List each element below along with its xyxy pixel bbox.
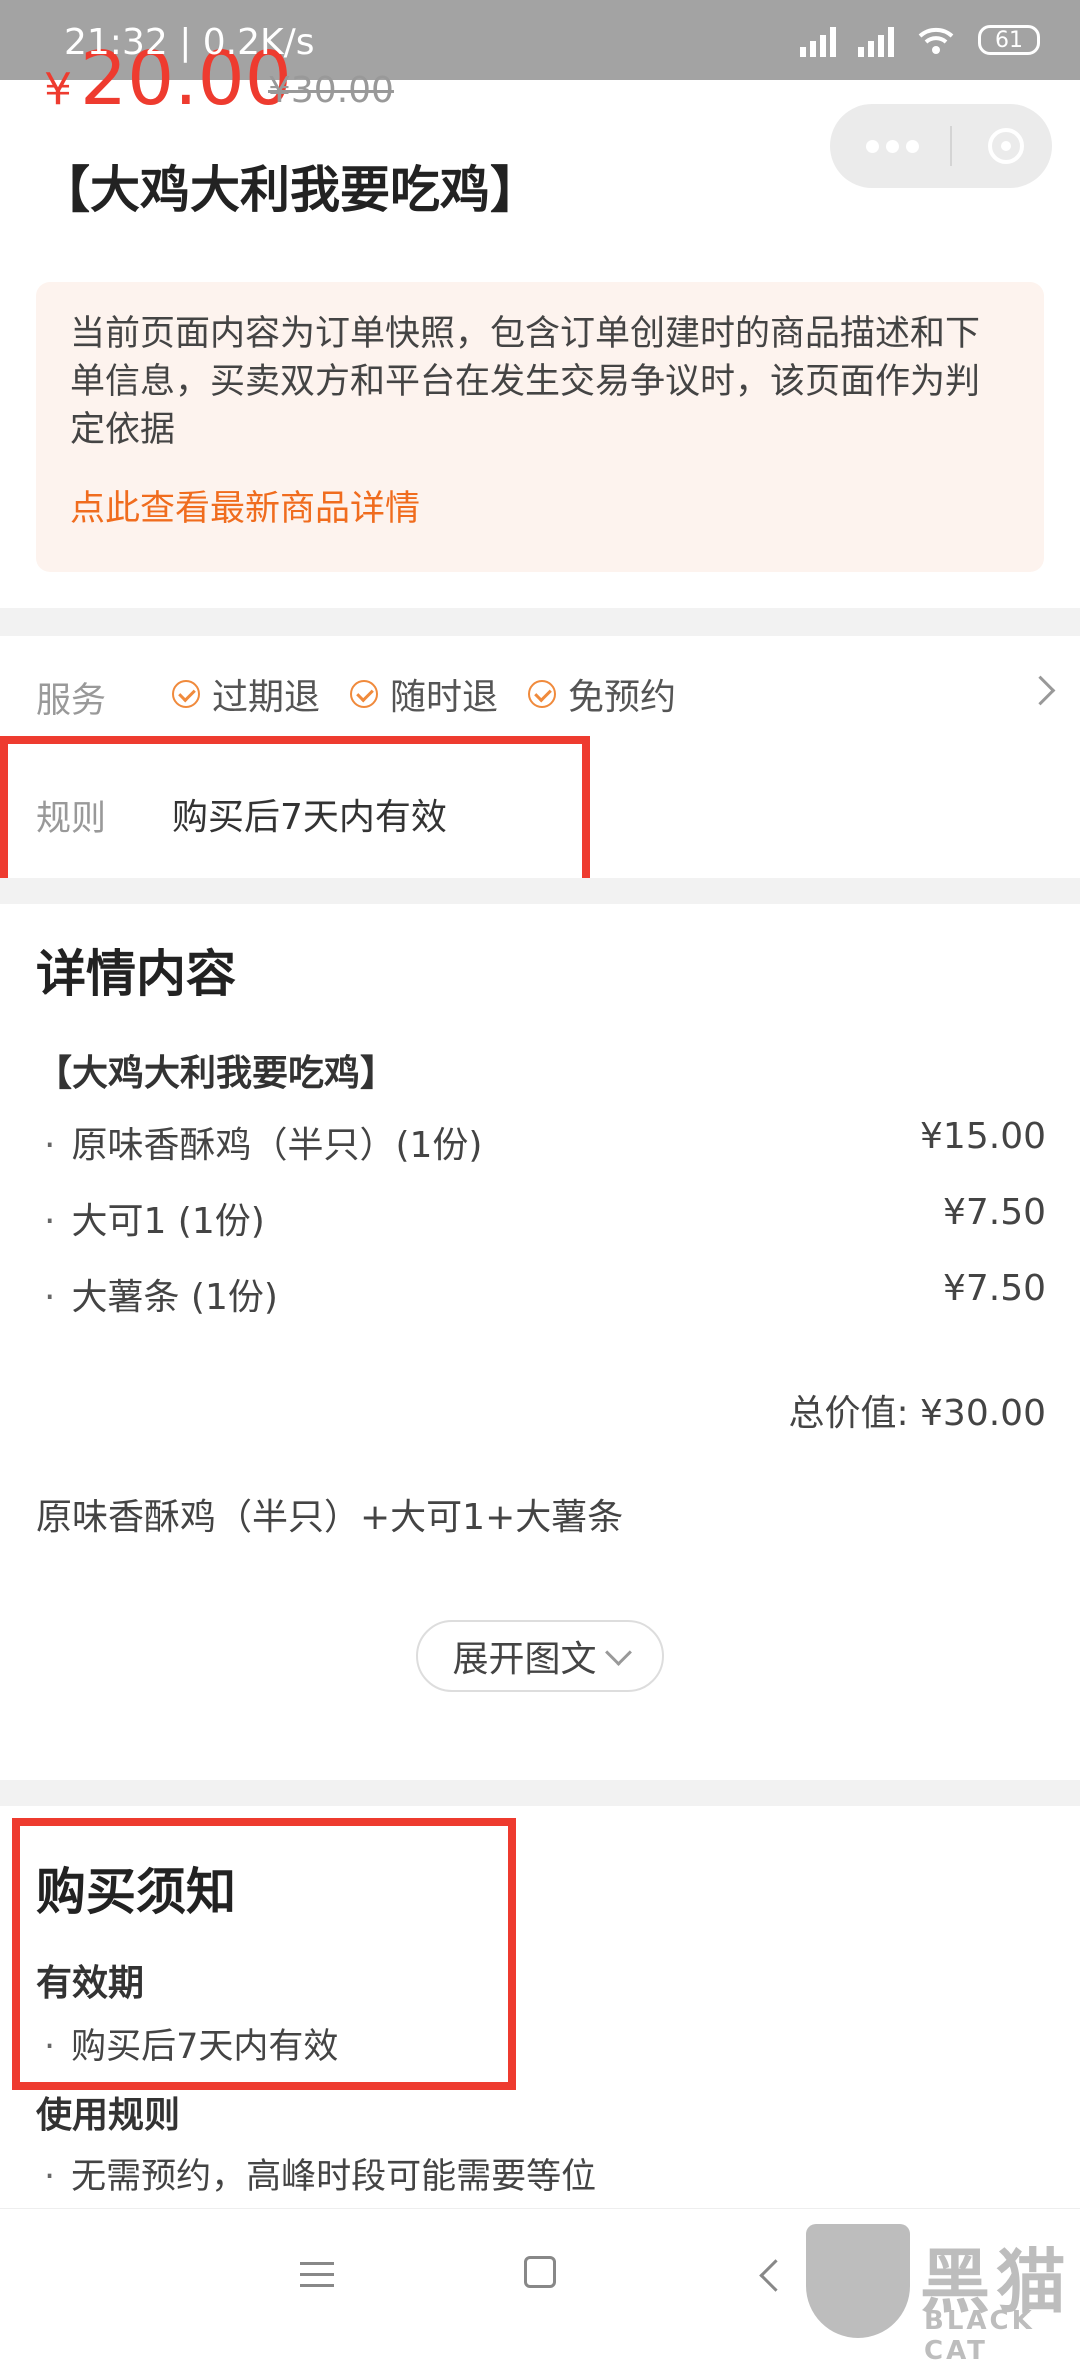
status-time: 21:32 | 0.2K/s — [64, 22, 315, 63]
check-icon — [350, 680, 379, 708]
battery-icon: 61 — [978, 25, 1040, 55]
home-icon[interactable] — [524, 2256, 556, 2288]
total-value: 总价值: ¥30.00 — [788, 1393, 1046, 1434]
usage-text: 无需预约，高峰时段可能需要等位 — [36, 2148, 596, 2199]
item-price: ¥7.50 — [942, 1192, 1046, 1233]
chevron-right-icon[interactable] — [1025, 675, 1056, 706]
page-title: 【大鸡大利我要吃鸡】 — [40, 161, 540, 219]
expand-button[interactable]: 展开图文 — [416, 1620, 664, 1692]
list-item: 大可1 (1份) ¥7.50 — [36, 1192, 1046, 1244]
highlight-box — [12, 1818, 516, 2090]
item-price: ¥7.50 — [942, 1268, 1046, 1309]
snapshot-notice: 当前页面内容为订单快照，包含订单创建时的商品描述和下单信息，买卖双方和平台在发生… — [36, 282, 1044, 572]
signal-2-icon — [858, 23, 894, 57]
item-name: 原味香酥鸡（半只）(1份) — [36, 1116, 482, 1168]
status-icons: 61 — [800, 18, 1040, 62]
check-icon — [172, 680, 200, 708]
wifi-icon — [918, 27, 954, 54]
chevron-down-icon — [604, 1638, 632, 1666]
item-name: 大可1 (1份) — [36, 1192, 264, 1244]
close-icon[interactable] — [982, 122, 1030, 170]
expand-label: 展开图文 — [452, 1639, 597, 1680]
view-latest-link[interactable]: 点此查看最新商品详情 — [70, 480, 1010, 531]
service-tag-label: 随时退 — [390, 677, 499, 718]
more-icon[interactable] — [866, 139, 919, 153]
service-tag: 过期退 — [172, 668, 320, 720]
list-item: 大薯条 (1份) ¥7.50 — [36, 1268, 1046, 1320]
section-divider — [0, 878, 1080, 904]
service-tag-label: 过期退 — [212, 677, 321, 718]
item-price: ¥15.00 — [920, 1116, 1046, 1157]
details-heading: 详情内容 — [36, 945, 236, 1003]
package-name: 【大鸡大利我要吃鸡】 — [36, 1053, 397, 1094]
service-label: 服务 — [36, 681, 107, 721]
capsule-divider — [949, 126, 952, 166]
section-divider — [0, 1780, 1080, 1806]
miniprogram-capsule[interactable] — [830, 104, 1052, 188]
section-divider — [0, 608, 1080, 636]
service-tag: 随时退 — [350, 668, 498, 720]
item-name: 大薯条 (1份) — [36, 1268, 277, 1320]
original-price: ¥30.00 — [268, 70, 394, 111]
menu-icon[interactable] — [300, 2262, 334, 2295]
list-item: 原味香酥鸡（半只）(1份) ¥15.00 — [36, 1116, 1046, 1168]
watermark-subtext: BLACK CAT — [924, 2306, 1035, 2366]
service-tag-label: 免预约 — [568, 677, 677, 718]
watermark-logo — [806, 2224, 910, 2338]
signal-icon — [800, 23, 836, 57]
currency-symbol: ¥ — [44, 64, 72, 115]
check-icon — [528, 680, 557, 708]
notice-text: 当前页面内容为订单快照，包含订单创建时的商品描述和下单信息，买卖双方和平台在发生… — [70, 314, 981, 450]
usage-title: 使用规则 — [36, 2095, 181, 2136]
service-tag: 免预约 — [528, 668, 676, 720]
service-tags: 过期退 随时退 免预约 — [172, 668, 676, 720]
package-summary: 原味香酥鸡（半只）+大可1+大薯条 — [36, 1497, 624, 1538]
